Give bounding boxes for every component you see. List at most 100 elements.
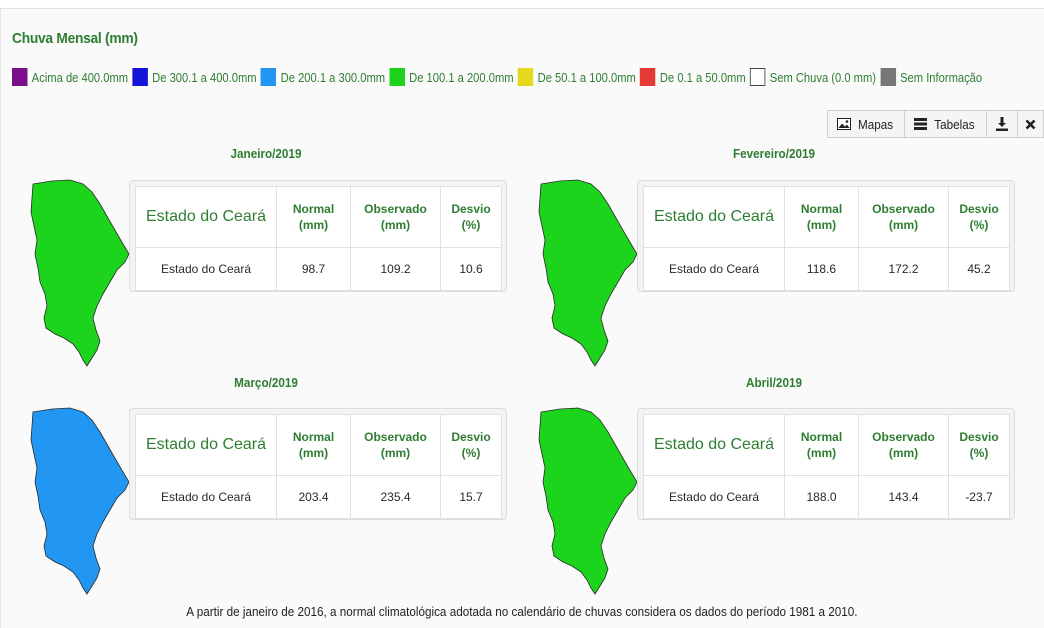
legend-label: De 100.1 a 200.0mm (409, 69, 514, 85)
observed-header-line2: (mm) (380, 446, 411, 460)
legend-label: De 0.1 a 50.0mm (659, 69, 746, 85)
month-title: Abril/2019 (746, 375, 802, 390)
deviation-cell: 15.7 (440, 475, 502, 519)
normal-header: Normal (mm) (276, 414, 351, 476)
ceara-map (538, 179, 638, 367)
deviation-cell: 10.6 (440, 247, 502, 291)
observed-cell: 235.4 (350, 475, 441, 519)
month-title: Fevereiro/2019 (733, 146, 815, 161)
observed-cell: 109.2 (350, 247, 441, 291)
observed-header: Observado (mm) (350, 186, 441, 248)
legend-item: Sem Chuva (0.0 mm) (749, 68, 876, 86)
normal-header-line1: Normal (800, 202, 843, 216)
region-header: Estado do Ceará (643, 414, 785, 476)
table-row: Estado do Ceará 203.4 235.4 15.7 (135, 475, 502, 519)
region-header-text: Estado do Ceará (145, 208, 267, 225)
tables-button-label: Tabelas (934, 116, 975, 132)
image-icon (837, 118, 852, 130)
deviation-header-line2: (%) (969, 446, 989, 460)
ceara-map-shape (538, 179, 638, 367)
region-header: Estado do Ceará (135, 414, 277, 476)
legend-item: De 300.1 a 400.0mm (132, 68, 257, 86)
normal-header-line1: Normal (800, 430, 843, 444)
ceara-map-shape (30, 179, 130, 367)
deviation-header: Desvio (%) (440, 186, 502, 248)
month-title: Janeiro/2019 (230, 146, 302, 161)
deviation-header-line1: Desvio (451, 430, 491, 444)
legend-swatch (389, 68, 405, 86)
deviation-header: Desvio (%) (948, 414, 1010, 476)
rainfall-table-grid: Estado do Ceará Normal (mm) Observado (mm)… (135, 414, 502, 519)
normal-header: Normal (mm) (784, 186, 859, 248)
rainfall-table: Estado do Ceará Normal (mm) Observado (mm)… (637, 408, 1015, 520)
observed-header-line1: Observado (364, 202, 427, 216)
maps-button[interactable]: Mapas (827, 110, 906, 138)
page-title: Chuva Mensal (mm) (12, 30, 138, 47)
region-cell: Estado do Ceará (643, 247, 785, 291)
observed-header-line2: (mm) (888, 218, 919, 232)
normal-header-line2: (mm) (298, 446, 329, 460)
ceara-map-shape (30, 407, 130, 595)
legend-label: De 300.1 a 400.0mm (152, 69, 257, 85)
normal-cell: 188.0 (784, 475, 859, 519)
rainfall-table-grid: Estado do Ceará Normal (mm) Observado (mm)… (643, 414, 1010, 519)
legend-item: De 100.1 a 200.0mm (389, 68, 514, 86)
normal-header-line2: (mm) (806, 218, 837, 232)
close-icon (1025, 119, 1036, 130)
ceara-map (538, 407, 638, 595)
observed-cell: 172.2 (858, 247, 949, 291)
region-header-text: Estado do Ceará (145, 436, 267, 453)
region-cell: Estado do Ceará (643, 475, 785, 519)
table-row: Estado do Ceará 188.0 143.4 -23.7 (643, 475, 1010, 519)
deviation-cell: 45.2 (948, 247, 1010, 291)
deviation-header: Desvio (%) (440, 414, 502, 476)
close-button[interactable] (1017, 110, 1044, 138)
deviation-header-line2: (%) (969, 218, 989, 232)
rainfall-table: Estado do Ceará Normal (mm) Observado (mm)… (129, 180, 507, 292)
table-row: Estado do Ceará 98.7 109.2 10.6 (135, 247, 502, 291)
observed-header-line2: (mm) (380, 218, 411, 232)
deviation-header-line1: Desvio (451, 202, 491, 216)
legend-label: Sem Informação (900, 69, 983, 85)
region-header-text: Estado do Ceará (653, 436, 775, 453)
normal-header-line1: Normal (292, 202, 335, 216)
region-header: Estado do Ceará (135, 186, 277, 248)
normal-cell: 118.6 (784, 247, 859, 291)
legend-item: Acima de 400.0mm (12, 68, 128, 86)
deviation-header: Desvio (%) (948, 186, 1010, 248)
tables-button[interactable]: Tabelas (904, 110, 987, 138)
download-button[interactable] (986, 110, 1018, 138)
rainfall-table-grid: Estado do Ceará Normal (mm) Observado (mm)… (135, 186, 502, 291)
legend-item: De 200.1 a 300.0mm (260, 68, 385, 86)
deviation-cell: -23.7 (948, 475, 1010, 519)
footnote-text: A partir de janeiro de 2016, a normal cl… (186, 604, 858, 619)
normal-cell: 98.7 (276, 247, 351, 291)
legend-item: Sem Informação (880, 68, 982, 86)
observed-header: Observado (mm) (350, 414, 441, 476)
observed-header: Observado (mm) (858, 414, 949, 476)
legend-item: De 0.1 a 50.0mm (640, 68, 746, 86)
normal-cell: 203.4 (276, 475, 351, 519)
legend-swatch (12, 68, 28, 86)
normal-header: Normal (mm) (784, 414, 859, 476)
observed-header-line1: Observado (364, 430, 427, 444)
legend-label: Acima de 400.0mm (31, 69, 129, 85)
footnote: A partir de janeiro de 2016, a normal cl… (0, 604, 1044, 619)
table-row: Estado do Ceará 118.6 172.2 45.2 (643, 247, 1010, 291)
legend-swatch (880, 68, 896, 86)
rainfall-panel (0, 8, 1044, 628)
legend: Acima de 400.0mm De 300.1 a 400.0mm De 2… (12, 66, 986, 88)
observed-header-line2: (mm) (888, 446, 919, 460)
observed-header-line1: Observado (872, 430, 935, 444)
deviation-header-line2: (%) (461, 446, 481, 460)
observed-header: Observado (mm) (858, 186, 949, 248)
normal-header: Normal (mm) (276, 186, 351, 248)
legend-item: De 50.1 a 100.0mm (517, 68, 636, 86)
rainfall-table: Estado do Ceará Normal (mm) Observado (mm)… (637, 180, 1015, 292)
region-header-text: Estado do Ceará (653, 208, 775, 225)
legend-label: De 50.1 a 100.0mm (537, 69, 636, 85)
download-icon (996, 117, 1008, 131)
ceara-map-shape (538, 407, 638, 595)
region-header: Estado do Ceará (643, 186, 785, 248)
deviation-header-line1: Desvio (959, 202, 999, 216)
